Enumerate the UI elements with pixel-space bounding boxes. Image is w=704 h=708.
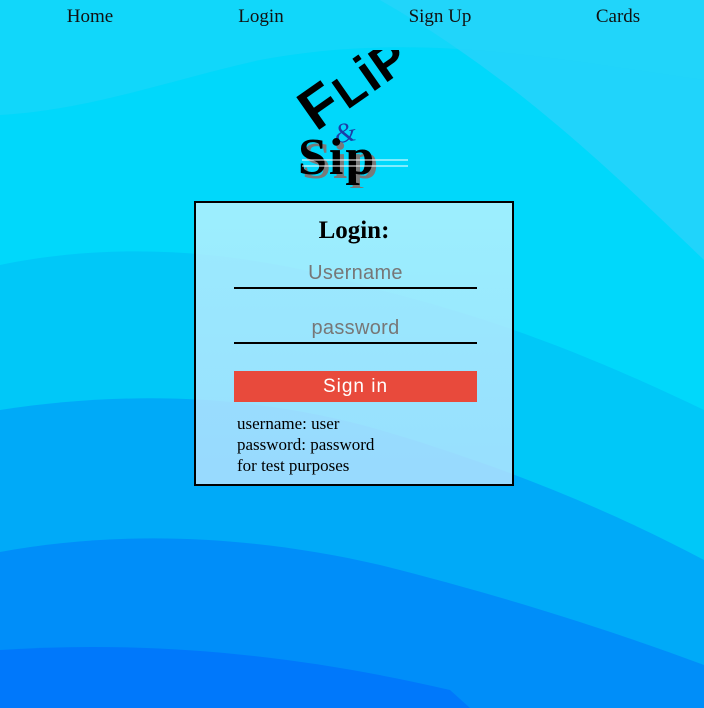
flip-and-sip-logo: F L i P & Sip Sip: [258, 28, 458, 190]
nav-link-sign-up[interactable]: Sign Up: [409, 6, 472, 28]
sign-in-button[interactable]: Sign in: [234, 371, 477, 402]
nav-link-home[interactable]: Home: [67, 6, 113, 28]
svg-text:Sip: Sip: [298, 129, 376, 186]
nav-link-cards[interactable]: Cards: [596, 6, 640, 28]
hint-line-username: username: user: [237, 414, 340, 433]
hint-line-password: password: password: [237, 435, 375, 454]
top-nav: Home Login Sign Up Cards: [0, 6, 704, 32]
login-title: Login:: [318, 217, 390, 244]
nav-link-login[interactable]: Login: [238, 6, 283, 28]
username-field[interactable]: [234, 259, 477, 289]
test-credentials-hint: username: user password: password for te…: [237, 413, 374, 476]
hint-line-purpose: for test purposes: [237, 456, 350, 475]
login-card: Login: Sign in username: user password: …: [194, 201, 514, 486]
password-field[interactable]: [234, 314, 477, 344]
